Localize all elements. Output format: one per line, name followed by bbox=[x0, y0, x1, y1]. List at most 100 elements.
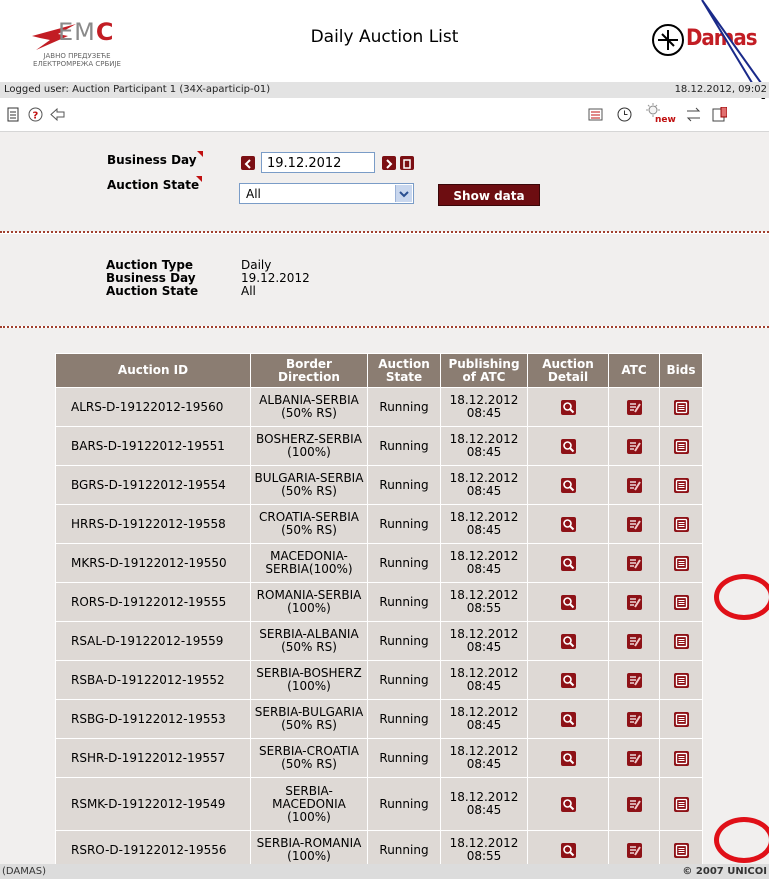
table-row: MKRS-D-19122012-19550 MACEDONIA- SERBIA(10… bbox=[55, 543, 703, 583]
border-direction-cell: MACEDONIA- SERBIA(100%) bbox=[250, 543, 368, 583]
detail-cell bbox=[527, 660, 609, 700]
transfer-icon[interactable] bbox=[686, 107, 701, 122]
atc-cell bbox=[608, 777, 660, 831]
publishing-cell: 18.12.2012 08:45 bbox=[440, 777, 528, 831]
edit-document-icon[interactable] bbox=[626, 842, 642, 858]
edit-document-icon[interactable] bbox=[626, 672, 642, 688]
magnifier-icon[interactable] bbox=[560, 711, 576, 727]
edit-document-icon[interactable] bbox=[626, 438, 642, 454]
business-day-input[interactable]: 19.12.2012 bbox=[261, 152, 375, 173]
table-row: RORS-D-19122012-19555 ROMANIA-SERBIA (100%… bbox=[55, 582, 703, 622]
atc-cell bbox=[608, 621, 660, 661]
auction-state-cell: Running bbox=[367, 504, 441, 544]
summary-auction-state-value: All bbox=[241, 284, 256, 298]
prev-day-button[interactable] bbox=[241, 156, 255, 170]
col-border-direction[interactable]: Border Direction bbox=[250, 353, 368, 388]
detail-cell bbox=[527, 543, 609, 583]
bids-cell bbox=[659, 777, 703, 831]
magnifier-icon[interactable] bbox=[560, 842, 576, 858]
magnifier-icon[interactable] bbox=[560, 516, 576, 532]
calendar-icon bbox=[403, 159, 411, 169]
table-row: RSHR-D-19122012-19557 SERBIA-CROATIA (50% … bbox=[55, 738, 703, 778]
bids-list-icon[interactable] bbox=[673, 555, 689, 571]
required-marker bbox=[197, 151, 203, 157]
back-arrow-icon[interactable] bbox=[50, 107, 65, 122]
magnifier-icon[interactable] bbox=[560, 594, 576, 610]
divider bbox=[0, 231, 769, 233]
auction-state-cell: Running bbox=[367, 465, 441, 505]
detail-cell bbox=[527, 582, 609, 622]
auction-id-cell: RSBG-D-19122012-19553 bbox=[55, 699, 251, 739]
auction-state-select[interactable]: All bbox=[239, 183, 414, 204]
bids-list-icon[interactable] bbox=[673, 399, 689, 415]
edit-document-icon[interactable] bbox=[626, 477, 642, 493]
edit-document-icon[interactable] bbox=[626, 399, 642, 415]
next-day-button[interactable] bbox=[382, 156, 396, 170]
publishing-cell: 18.12.2012 08:45 bbox=[440, 660, 528, 700]
auction-state-cell: Running bbox=[367, 699, 441, 739]
edit-document-icon[interactable] bbox=[626, 594, 642, 610]
table-row: BGRS-D-19122012-19554 BULGARIA-SERBIA (50%… bbox=[55, 465, 703, 505]
auction-state-cell: Running bbox=[367, 387, 441, 427]
magnifier-icon[interactable] bbox=[560, 438, 576, 454]
publishing-cell: 18.12.2012 08:45 bbox=[440, 621, 528, 661]
help-icon[interactable]: ? bbox=[28, 107, 43, 122]
border-direction-cell: SERBIA-BULGARIA (50% RS) bbox=[250, 699, 368, 739]
bids-list-icon[interactable] bbox=[673, 594, 689, 610]
logged-user: Logged user: Auction Participant 1 (34X-… bbox=[4, 84, 271, 95]
detail-cell bbox=[527, 504, 609, 544]
show-data-button[interactable]: Show data bbox=[438, 184, 540, 206]
magnifier-icon[interactable] bbox=[560, 399, 576, 415]
magnifier-icon[interactable] bbox=[560, 796, 576, 812]
border-direction-cell: ALBANIA-SERBIA (50% RS) bbox=[250, 387, 368, 427]
highlight-ring bbox=[714, 817, 769, 863]
atc-cell bbox=[608, 582, 660, 622]
col-auction-id[interactable]: Auction ID bbox=[55, 353, 251, 388]
bids-cell bbox=[659, 465, 703, 505]
dropdown-arrow[interactable] bbox=[395, 185, 412, 202]
edit-document-icon[interactable] bbox=[626, 516, 642, 532]
list-icon[interactable] bbox=[588, 107, 603, 122]
document-icon[interactable] bbox=[6, 107, 21, 122]
magnifier-icon[interactable] bbox=[560, 750, 576, 766]
auction-id-cell: RSAL-D-19122012-19559 bbox=[55, 621, 251, 661]
bids-list-icon[interactable] bbox=[673, 672, 689, 688]
bids-cell bbox=[659, 582, 703, 622]
bids-list-icon[interactable] bbox=[673, 438, 689, 454]
chevron-right-icon bbox=[386, 159, 393, 169]
bids-list-icon[interactable] bbox=[673, 796, 689, 812]
col-auction-state[interactable]: Auction State bbox=[367, 353, 441, 388]
auction-id-cell: BARS-D-19122012-19551 bbox=[55, 426, 251, 466]
magnifier-icon[interactable] bbox=[560, 555, 576, 571]
auction-id-cell: MKRS-D-19122012-19550 bbox=[55, 543, 251, 583]
bids-list-icon[interactable] bbox=[673, 633, 689, 649]
magnifier-icon[interactable] bbox=[560, 672, 576, 688]
bids-cell bbox=[659, 543, 703, 583]
bids-list-icon[interactable] bbox=[673, 842, 689, 858]
magnifier-icon[interactable] bbox=[560, 633, 576, 649]
bids-list-icon[interactable] bbox=[673, 516, 689, 532]
footer: (DAMAS) © 2007 UNICOI bbox=[0, 864, 769, 879]
bids-list-icon[interactable] bbox=[673, 750, 689, 766]
edit-document-icon[interactable] bbox=[626, 633, 642, 649]
edit-document-icon[interactable] bbox=[626, 750, 642, 766]
col-publishing-of-atc[interactable]: Publishing of ATC bbox=[440, 353, 528, 388]
edit-document-icon[interactable] bbox=[626, 555, 642, 571]
auction-id-cell: ALRS-D-19122012-19560 bbox=[55, 387, 251, 427]
auction-id-cell: BGRS-D-19122012-19554 bbox=[55, 465, 251, 505]
magnifier-icon[interactable] bbox=[560, 477, 576, 493]
atc-cell bbox=[608, 387, 660, 427]
bids-list-icon[interactable] bbox=[673, 711, 689, 727]
atc-cell bbox=[608, 660, 660, 700]
atc-cell bbox=[608, 426, 660, 466]
alert-icon[interactable] bbox=[712, 107, 727, 122]
clock-icon[interactable] bbox=[617, 107, 632, 122]
bids-list-icon[interactable] bbox=[673, 477, 689, 493]
calendar-button[interactable] bbox=[400, 156, 414, 170]
auction-id-cell: RORS-D-19122012-19555 bbox=[55, 582, 251, 622]
edit-document-icon[interactable] bbox=[626, 711, 642, 727]
table-row: ALRS-D-19122012-19560 ALBANIA-SERBIA (50% … bbox=[55, 387, 703, 427]
edit-document-icon[interactable] bbox=[626, 796, 642, 812]
svg-text:?: ? bbox=[33, 111, 39, 122]
chevron-left-icon bbox=[244, 159, 251, 169]
